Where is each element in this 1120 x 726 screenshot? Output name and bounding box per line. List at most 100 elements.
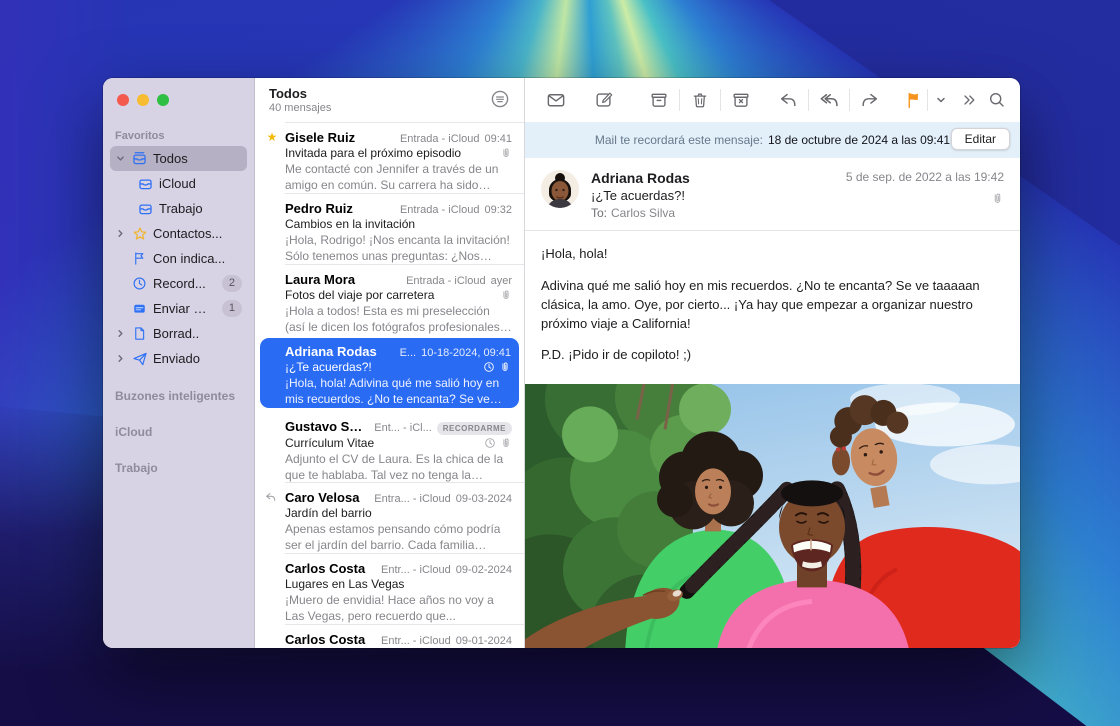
message-subject: Currículum Vitae: [285, 436, 480, 450]
paperclip-icon: [500, 289, 512, 301]
toolbar: [525, 78, 1020, 122]
message-sender: Carlos Costa: [285, 632, 375, 647]
message-sender: Adriana Rodas: [285, 344, 394, 359]
message-mailbox: Entrada - iCloud: [400, 204, 480, 216]
trash-icon[interactable]: [691, 91, 710, 110]
message-preview: ¡Hola a todos! Esta es mi preselección (…: [285, 303, 512, 335]
message-preview: Me contacté con Jennifer a través de un …: [285, 161, 512, 193]
chevron-down-icon[interactable]: [115, 154, 126, 163]
message-mailbox: Entrada - iCloud: [400, 133, 480, 145]
reminder-badge: RECORDARME: [437, 422, 512, 435]
message-sender: Carlos Costa: [285, 561, 375, 576]
sidebar-item-label: Contactos...: [153, 226, 222, 241]
sidebar-item-recordatorios[interactable]: Record... 2: [110, 271, 247, 296]
chevron-right-icon[interactable]: [115, 329, 126, 338]
message-list: Todos 40 mensajes ★ Gisele Ruiz Entrada …: [255, 78, 525, 648]
attachment-paperclip-icon[interactable]: [846, 192, 1004, 210]
more-toolbar-icon[interactable]: [961, 92, 977, 108]
unread-badge: 2: [222, 275, 242, 292]
sidebar-section-trabajo[interactable]: Trabajo: [103, 443, 254, 479]
chevron-right-icon[interactable]: [115, 354, 126, 363]
list-item[interactable]: Laura Mora Entrada - iCloudayer Fotos de…: [255, 264, 524, 335]
message-time: 09:41: [484, 133, 512, 145]
list-item[interactable]: Pedro Ruiz Entrada - iCloud09:32 Cambios…: [255, 193, 524, 264]
junk-icon[interactable]: [731, 90, 751, 110]
search-icon[interactable]: [988, 91, 1007, 110]
sidebar-item-label: Trabajo: [159, 201, 203, 216]
document-icon: [131, 326, 148, 341]
message-mailbox: Entrada - iCloud: [406, 275, 486, 287]
chevron-right-icon[interactable]: [115, 229, 126, 238]
to-label: To:: [591, 206, 607, 220]
close-button[interactable]: [117, 94, 129, 106]
sidebar: Favoritos Todos iCloud Trabajo: [103, 78, 255, 648]
sidebar-item-icloud[interactable]: iCloud: [110, 171, 247, 196]
message-sender: Gisele Ruiz: [285, 130, 394, 145]
message-preview: ¡Muero de envidia! Hace años no voy a La…: [285, 592, 512, 624]
message-body: ¡Hola, hola! Adivina qué me salió hoy en…: [525, 231, 1020, 384]
body-paragraph: Adivina qué me salió hoy en mis recuerdo…: [541, 277, 1004, 334]
edit-reminder-button[interactable]: Editar: [951, 128, 1010, 150]
sidebar-item-label: iCloud: [159, 176, 196, 191]
sidebar-item-contactos[interactable]: Contactos...: [110, 221, 247, 246]
list-item[interactable]: Carlos Costa Entr... - iCloud09-02-2024 …: [255, 553, 524, 624]
message-preview: ¡Hola, hola! Adivina qué me salió hoy en…: [285, 375, 511, 407]
list-item[interactable]: Gustavo Santana Ent... - iCl...RECORDARM…: [255, 411, 524, 482]
message-mailbox: Entr... - iCloud: [381, 635, 451, 647]
sidebar-item-label: Con indica...: [153, 251, 225, 266]
avatar[interactable]: [541, 170, 579, 208]
sidebar-item-con-indicador[interactable]: Con indica...: [110, 246, 247, 271]
reply-icon[interactable]: [778, 90, 798, 110]
star-icon: ★: [264, 131, 280, 143]
message-date: 5 de sep. de 2022 a las 19:42: [846, 170, 1004, 184]
reply-all-icon[interactable]: [819, 90, 840, 111]
list-item[interactable]: Caro Velosa Entra... - iCloud09-03-2024 …: [255, 482, 524, 553]
forward-icon[interactable]: [860, 90, 880, 110]
message-time: ayer: [491, 275, 512, 287]
sidebar-item-borradores[interactable]: Borrad..: [110, 321, 247, 346]
photo-attachment[interactable]: [525, 384, 1020, 648]
message-sender: Caro Velosa: [285, 490, 368, 505]
message-preview: ¡Hola, Rodrigo! ¡Nos encanta la invitaci…: [285, 232, 512, 264]
reminder-label: Mail te recordará este mensaje:: [595, 133, 763, 147]
message-subject: Fotos del viaje por carretera: [285, 288, 496, 302]
recipient-name: Carlos Silva: [611, 206, 675, 220]
message-time: 10-18-2024, 09:41: [421, 347, 511, 359]
list-title: Todos: [269, 86, 512, 101]
reminder-banner: Mail te recordará este mensaje: 18 de oc…: [525, 122, 1020, 158]
inbox-stack-icon: [131, 150, 148, 167]
list-item-selected[interactable]: Adriana Rodas E... 10-18-2024, 09:41 ¡¿Te…: [260, 338, 519, 408]
sidebar-item-enviado[interactable]: Enviado: [110, 346, 247, 371]
message-sender: Gustavo Santana: [285, 419, 368, 434]
sidebar-section-favorites: Favoritos: [103, 124, 254, 146]
archive-icon[interactable]: [649, 90, 669, 110]
list-count: 40 mensajes: [269, 102, 512, 114]
flag-menu-chevron-icon[interactable]: [936, 95, 946, 105]
zoom-button[interactable]: [157, 94, 169, 106]
sidebar-item-label: Todos: [153, 151, 188, 166]
inbox-icon: [137, 200, 154, 217]
reminder-clock-icon: [483, 361, 495, 373]
list-item[interactable]: ★ Gisele Ruiz Entrada - iCloud09:41 Invi…: [255, 122, 524, 193]
message-mailbox: E...: [400, 347, 417, 359]
sidebar-item-trabajo[interactable]: Trabajo: [110, 196, 247, 221]
flag-icon[interactable]: [905, 91, 924, 110]
paperclip-icon: [499, 361, 511, 373]
list-item[interactable]: Carlos Costa Entr... - iCloud09-01-2024: [255, 624, 524, 648]
sidebar-section-smart-mailboxes[interactable]: Buzones inteligentes: [103, 371, 254, 407]
message-subject: ¡¿Te acuerdas?!: [285, 360, 479, 374]
flag-icon: [131, 251, 148, 266]
body-paragraph: ¡Hola, hola!: [541, 245, 1004, 264]
filter-icon[interactable]: [490, 89, 510, 109]
minimize-button[interactable]: [137, 94, 149, 106]
get-mail-icon[interactable]: [546, 90, 567, 111]
replied-arrow-icon: [264, 491, 280, 504]
message-pane: Mail te recordará este mensaje: 18 de oc…: [525, 78, 1020, 648]
message-mailbox: Entra... - iCloud: [374, 493, 450, 505]
sidebar-item-enviar-mas-tarde[interactable]: Enviar más... 1: [110, 296, 247, 321]
message-list-header: Todos 40 mensajes: [255, 78, 524, 122]
sidebar-section-icloud[interactable]: iCloud: [103, 407, 254, 443]
compose-icon[interactable]: [594, 90, 614, 110]
body-paragraph: P.D. ¡Pido ir de copiloto! ;): [541, 346, 1004, 365]
sidebar-item-todos[interactable]: Todos: [110, 146, 247, 171]
